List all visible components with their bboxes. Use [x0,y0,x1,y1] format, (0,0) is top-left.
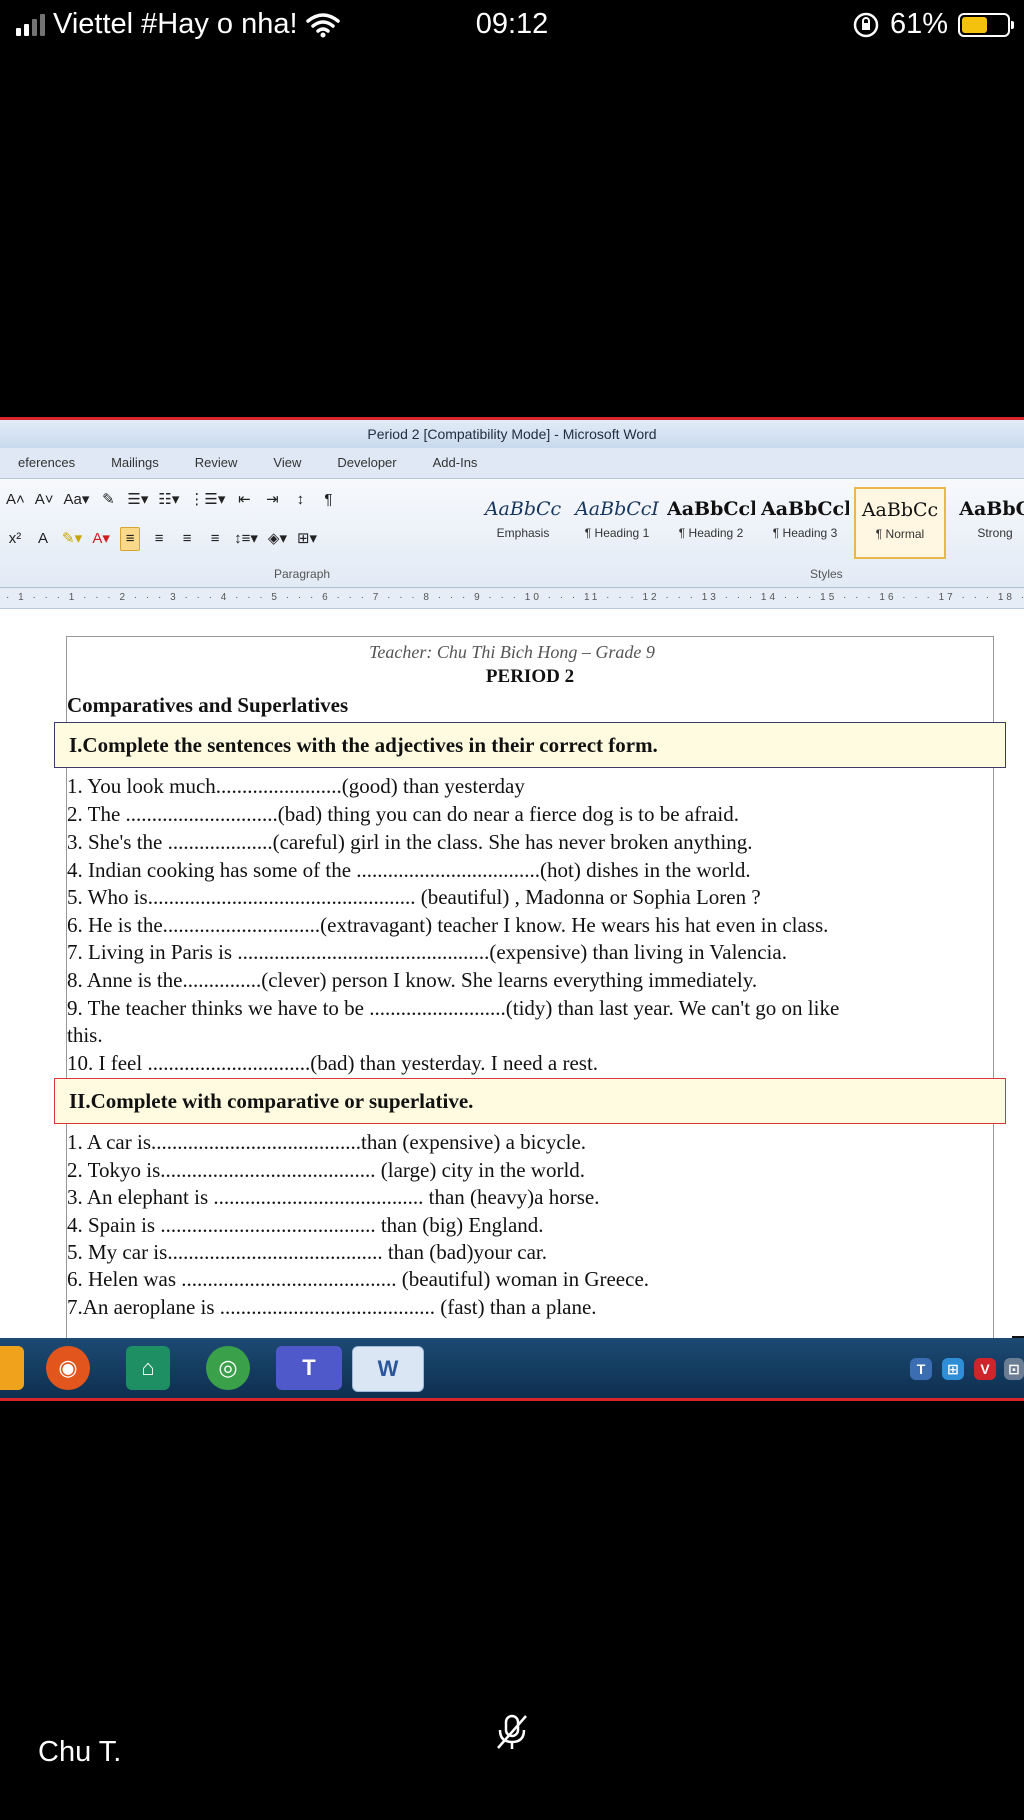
participant-name: Chu T. [38,1736,122,1768]
change-case-icon[interactable]: Aa▾ [64,489,90,511]
exercise-line: 7. Living in Paris is ..................… [67,940,787,964]
align-center-icon[interactable]: ≡ [150,528,168,550]
tab-view[interactable]: View [255,448,319,478]
decrease-indent-icon[interactable]: ⇤ [235,489,253,511]
superscript-icon[interactable]: x² [6,528,24,550]
app-icon[interactable] [0,1346,24,1390]
multilevel-list-icon[interactable]: ⋮☰▾ [189,489,225,511]
phone-status-bar: Viettel #Hay o nha! 09:12 61% [0,0,1024,52]
exercise-line: 2. Tokyo is.............................… [67,1158,586,1182]
increase-indent-icon[interactable]: ⇥ [263,489,281,511]
exercise-line: 4. Spain is ............................… [67,1213,544,1237]
period-heading: PERIOD 2 [485,666,575,687]
exercise-line: 5. My car is............................… [67,1240,547,1264]
shared-screen: Period 2 [Compatibility Mode] - Microsof… [0,417,1024,1401]
word-icon[interactable]: W [352,1346,424,1392]
highlight-icon[interactable]: ✎▾ [62,528,82,550]
style-strong[interactable]: AaBbC Strong [950,487,1024,557]
style-normal[interactable]: AaBbCc ¶ Normal [854,487,946,559]
status-right: 61% [852,8,1014,41]
line-spacing-icon[interactable]: ↕≡▾ [234,528,258,550]
document-page[interactable]: Teacher: Chu Thi Bich Hong – Grade 9 PER… [0,626,1024,1338]
shrink-font-icon[interactable]: A˅ [35,489,54,511]
exercise-line: 6. He is the............................… [67,913,829,937]
muted-mic-icon[interactable] [492,1712,532,1752]
tab-references[interactable]: eferences [0,448,93,478]
show-marks-icon[interactable]: ¶ [319,489,337,511]
exercise-line: 10. I feel .............................… [67,1051,599,1075]
tab-developer[interactable]: Developer [319,448,414,478]
exercise-line: 9. The teacher thinks we have to be ....… [67,996,840,1020]
clear-format-icon[interactable]: ✎ [99,489,117,511]
tray-icon[interactable]: V [974,1358,996,1380]
section-1-title: I.Complete the sentences with the adject… [54,722,1006,768]
battery-icon [958,12,1014,37]
firefox-icon[interactable]: ◉ [46,1346,90,1390]
style-emphasis[interactable]: AaBbCc Emphasis [478,487,568,557]
teacher-header: Teacher: Chu Thi Bich Hong – Grade 9 [369,642,655,662]
exercise-line: 6. Helen was ...........................… [67,1267,650,1291]
ribbon: A˄ A˅ Aa▾ ✎ ☰▾ ☷▾ ⋮☰▾ ⇤ ⇥ ↕ ¶ x² A ✎▾ A▾… [0,479,1024,588]
word-title-bar: Period 2 [Compatibility Mode] - Microsof… [0,420,1024,448]
ribbon-tabs: eferences Mailings Review View Developer… [0,448,1024,479]
tray-icon[interactable]: ⊡ [1004,1358,1024,1380]
styles-group-label: Styles [810,567,843,581]
style-heading-2[interactable]: AaBbCcl ¶ Heading 2 [666,487,756,557]
teams-icon[interactable]: T [276,1346,342,1390]
horizontal-ruler[interactable]: · 1 · · · 1 · · · 2 · · · 3 · · · 4 · · … [0,588,1024,609]
exercise-line: 3. She's the ....................(carefu… [67,830,753,854]
tab-review[interactable]: Review [177,448,256,478]
justify-icon[interactable]: ≡ [206,528,224,550]
shading-icon[interactable]: ◈▾ [268,528,287,550]
battery-percent: 61% [889,8,948,40]
section-2-title: II.Complete with comparative or superlat… [54,1078,1006,1124]
text-effects-icon[interactable]: A [34,528,52,550]
styles-gallery: AaBbCc Emphasis AaBbCcI ¶ Heading 1 AaBb… [478,487,1024,559]
style-heading-1[interactable]: AaBbCcI ¶ Heading 1 [572,487,662,557]
tray-icon[interactable]: T [910,1358,932,1380]
app-icon[interactable]: ⌂ [126,1346,170,1390]
align-left-icon[interactable]: ≡ [120,527,141,551]
tray-icon[interactable]: ⊞ [942,1358,964,1380]
exercise-line: 4. Indian cooking has some of the ......… [67,858,751,882]
exercise-line: this. [67,1023,103,1047]
exercise-line: 3. An elephant is ......................… [67,1185,600,1209]
exercise-line: 1. You look much........................… [67,774,525,798]
topic-heading: Comparatives and Superlatives [67,693,349,717]
borders-icon[interactable]: ⊞▾ [297,528,317,550]
align-right-icon[interactable]: ≡ [178,528,196,550]
sort-icon[interactable]: ↕ [291,489,309,511]
font-color-icon[interactable]: A▾ [92,528,110,550]
tab-add-ins[interactable]: Add-Ins [415,448,496,478]
coccoc-icon[interactable]: ◎ [206,1346,250,1390]
paragraph-group-label: Paragraph [274,567,331,581]
grow-font-icon[interactable]: A˄ [6,489,25,511]
exercise-line: 7.An aeroplane is ......................… [67,1295,597,1319]
exercise-line: 2. The .............................(bad… [67,802,739,826]
exercise-line: 5. Who is...............................… [67,885,761,909]
exercise-line: 1. A car is.............................… [67,1130,587,1154]
windows-taskbar: ◉ ⌂ ◎ T W T ⊞ V ⊡ [0,1338,1024,1398]
bullets-icon[interactable]: ☰▾ [127,489,148,511]
style-heading-3[interactable]: AaBbCcl ¶ Heading 3 [760,487,850,557]
rotation-lock-icon [853,12,879,37]
tab-mailings[interactable]: Mailings [93,448,177,478]
exercise-line: 8. Anne is the...............(clever) pe… [67,968,758,992]
numbering-icon[interactable]: ☷▾ [158,489,179,511]
